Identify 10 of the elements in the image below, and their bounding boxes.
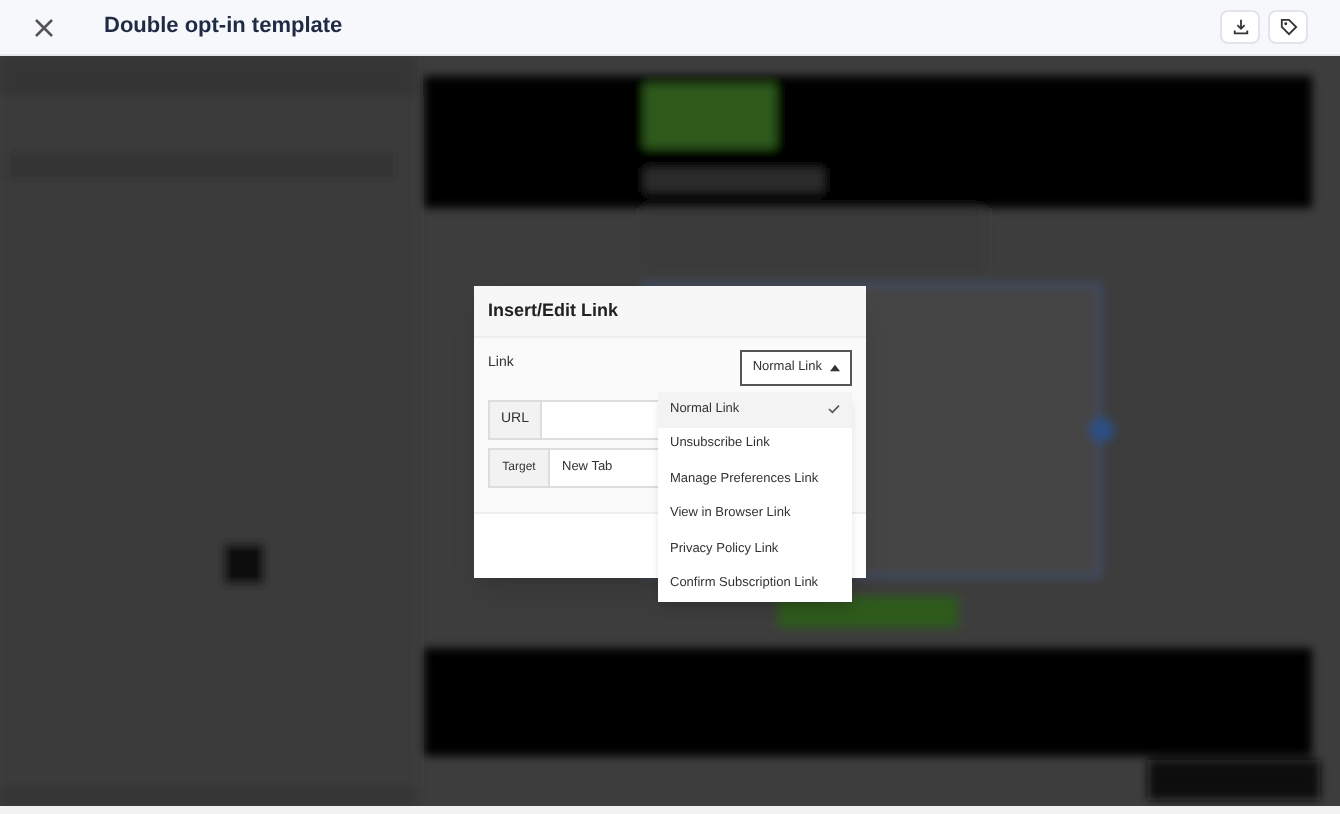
window-title: Double opt-in template: [104, 12, 343, 43]
close-button[interactable]: [32, 15, 56, 39]
caret-icon: [830, 364, 840, 372]
check-icon: [828, 404, 840, 415]
dialog-title: Insert/Edit Link: [488, 297, 619, 324]
close-icon: [34, 17, 54, 37]
download-button[interactable]: [1220, 10, 1260, 44]
download-icon: [1231, 18, 1249, 36]
tag-button[interactable]: [1268, 10, 1308, 44]
tag-icon: [1279, 18, 1297, 36]
